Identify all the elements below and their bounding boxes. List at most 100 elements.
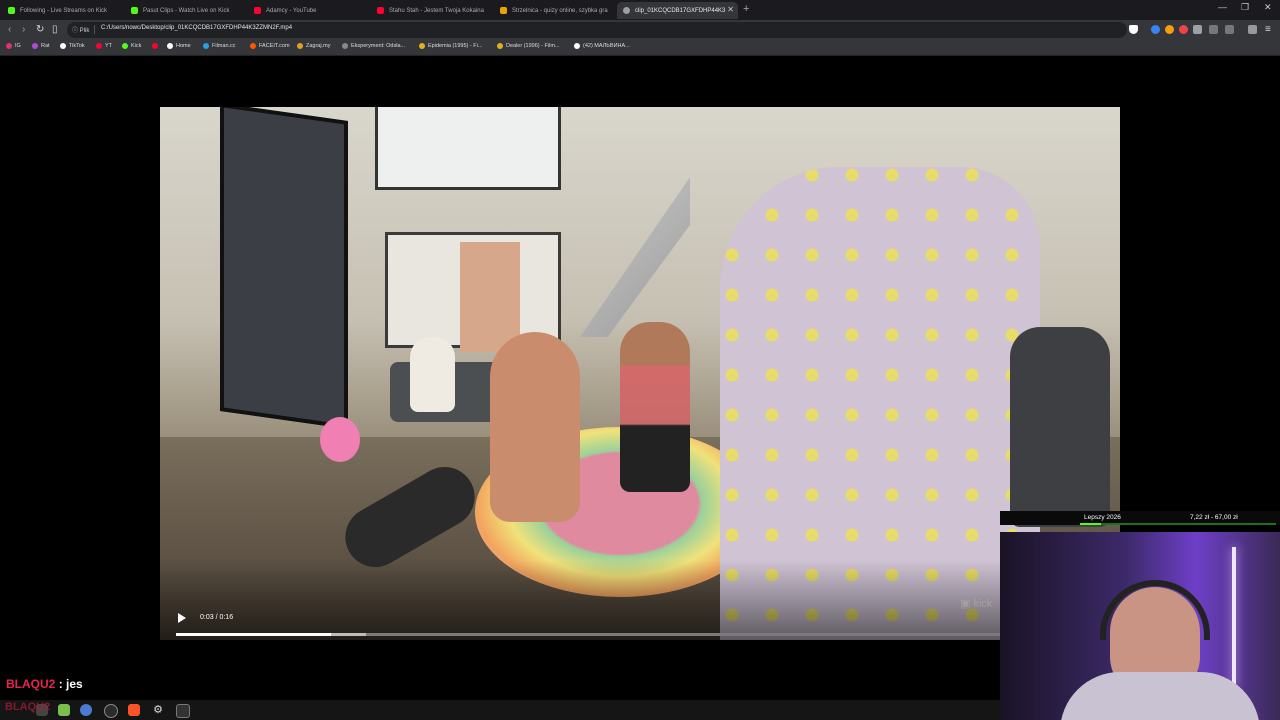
- extension-icon[interactable]: [1151, 25, 1160, 34]
- restore-button[interactable]: ❐: [1241, 2, 1249, 13]
- bookmark-zagraj[interactable]: Zagraj.my: [297, 43, 330, 49]
- curtain: [460, 242, 520, 352]
- taskbar-ghost-username: BLAQU2: [5, 701, 51, 713]
- headphones: [1100, 580, 1210, 640]
- goal-label: Lepszy 2026: [1084, 514, 1121, 521]
- staircase: [580, 177, 690, 337]
- site-label: Plik: [79, 28, 90, 34]
- play-button[interactable]: [178, 613, 186, 623]
- bookmark-label: Epidemia (1995) - Fi...: [428, 43, 483, 49]
- download-icon[interactable]: [1209, 25, 1218, 34]
- bookmark-favicon: [32, 43, 38, 49]
- extension-icon[interactable]: [1193, 25, 1202, 34]
- chat-username: BLAQU2: [6, 677, 56, 691]
- extension-icon[interactable]: [1165, 25, 1174, 34]
- music-icon[interactable]: [1248, 25, 1257, 34]
- goal-progress-track: [1080, 523, 1276, 525]
- goal-progress-fill: [1080, 523, 1102, 525]
- bookmark-label: Zagraj.my: [306, 43, 331, 49]
- tab-clip-active[interactable]: clip_01KCQCDB17GXFDHP44K3 ✕: [617, 2, 738, 19]
- divider: [94, 25, 95, 34]
- settings-icon[interactable]: ⚙: [152, 704, 164, 716]
- tab-title: Following - Live Streams on Kick: [20, 7, 108, 14]
- neon-light: [1232, 547, 1236, 687]
- kick-icon: [8, 7, 15, 14]
- bookmark-eksperyment[interactable]: Eksperyment: Odsła...: [342, 43, 405, 49]
- extension-icon[interactable]: [1179, 25, 1188, 34]
- bookmark-icon[interactable]: ▯: [52, 24, 58, 35]
- tab-title: Stahu Stah - Jestem Twoja Kokaina: [389, 7, 484, 14]
- back-icon[interactable]: ‹: [8, 24, 11, 35]
- chat-text: jes: [66, 677, 83, 691]
- bookmark-rat[interactable]: Rat: [32, 43, 50, 49]
- bookmark-home[interactable]: Home: [167, 43, 191, 49]
- tiktok-icon: [574, 43, 580, 49]
- bookmark-yt[interactable]: YT: [96, 43, 112, 49]
- seek-bar[interactable]: [176, 633, 1001, 636]
- bookmark-favicon: [419, 43, 425, 49]
- gaming-chair: [1010, 327, 1110, 527]
- reload-icon[interactable]: ↻: [36, 24, 44, 35]
- bookmark-filman[interactable]: Filman.cc: [203, 43, 236, 49]
- bookmark-dealer[interactable]: Dealer (1996) - Film...: [497, 43, 560, 49]
- file-icon: [623, 7, 630, 14]
- bookmark-youtube-unnamed[interactable]: [152, 43, 161, 49]
- bookmark-tiktok[interactable]: TikTok: [60, 43, 85, 49]
- bookmark-malvina[interactable]: (42) МАЛЬВИНА...: [574, 43, 630, 49]
- bookmark-ig[interactable]: IG: [6, 43, 21, 49]
- tab-pasut-clips[interactable]: Pasut Clips - Watch Live on Kick: [125, 2, 245, 19]
- toolbar: ‹ › ↻ ▯ ⓘ Plik C:/Users/nowc/Desktop/cli…: [0, 20, 1280, 40]
- new-tab-button[interactable]: +: [743, 3, 749, 15]
- close-window-button[interactable]: ✕: [1264, 2, 1272, 13]
- bookmark-label: TikTok: [69, 43, 85, 49]
- tab-title: Adamcy - YouTube: [266, 7, 317, 14]
- bookmark-kick[interactable]: Kick: [122, 43, 141, 49]
- brave-shield-icon[interactable]: [1129, 25, 1138, 34]
- tab-title: clip_01KCQCDB17GXFDHP44K3: [635, 7, 726, 14]
- share-icon[interactable]: [1225, 25, 1234, 34]
- bookmark-label: Eksperyment: Odsła...: [351, 43, 406, 49]
- tab-stahu-stah[interactable]: Stahu Stah - Jestem Twoja Kokaina: [371, 2, 491, 19]
- tab-strzelnica[interactable]: Strzelnica - quizy online, szybka gra: [494, 2, 614, 19]
- bookmark-favicon: [297, 43, 303, 49]
- app-icon[interactable]: [58, 704, 70, 716]
- webcam-overlay: [1000, 532, 1280, 720]
- app-icon[interactable]: [176, 704, 190, 718]
- bookmark-favicon: [497, 43, 503, 49]
- bookmark-label: FACEIT.com: [259, 43, 290, 49]
- controls-gradient: [160, 560, 1120, 640]
- close-tab-icon[interactable]: ✕: [727, 5, 734, 14]
- brave-icon[interactable]: [128, 704, 140, 716]
- pink-toy: [320, 417, 360, 462]
- obs-icon[interactable]: [104, 704, 118, 718]
- forward-icon[interactable]: ›: [22, 24, 25, 35]
- bookmark-favicon: [342, 43, 348, 49]
- youtube-icon: [254, 7, 261, 14]
- faceit-icon: [250, 43, 256, 49]
- bookmark-faceit[interactable]: FACEIT.com: [250, 43, 290, 49]
- kick-icon: [131, 7, 138, 14]
- tab-strip: Following - Live Streams on Kick Pasut C…: [0, 0, 1280, 20]
- x-icon: [167, 43, 173, 49]
- tab-title: Pasut Clips - Watch Live on Kick: [143, 7, 230, 14]
- menu-icon[interactable]: ≡: [1265, 24, 1271, 35]
- bookmark-label: Kick: [131, 43, 142, 49]
- address-bar[interactable]: ⓘ Plik C:/Users/nowc/Desktop/clip_01KCQC…: [67, 22, 1127, 38]
- tab-title: Strzelnica - quizy online, szybka gra: [512, 7, 608, 14]
- youtube-icon: [152, 43, 158, 49]
- youtube-icon: [377, 7, 384, 14]
- person-man: [490, 332, 580, 522]
- seek-progress: [176, 633, 331, 636]
- tab-following-kick[interactable]: Following - Live Streams on Kick: [2, 2, 122, 19]
- quiz-icon: [500, 7, 507, 14]
- tiktok-icon: [60, 43, 66, 49]
- bookmark-label: Dealer (1996) - Film...: [506, 43, 560, 49]
- url-text[interactable]: C:/Users/nowc/Desktop/clip_01KCQCDB17GXF…: [101, 25, 292, 31]
- minimize-button[interactable]: —: [1218, 2, 1227, 12]
- bookmark-epidemia[interactable]: Epidemia (1995) - Fi...: [419, 43, 482, 49]
- app-icon[interactable]: [80, 704, 92, 716]
- donation-goal: Lepszy 2026 7,22 zł - 67,00 zł: [1000, 511, 1280, 525]
- bookmark-label: YT: [105, 43, 113, 49]
- tab-adamcy-youtube[interactable]: Adamcy - YouTube: [248, 2, 368, 19]
- site-info[interactable]: ⓘ Plik: [72, 25, 89, 34]
